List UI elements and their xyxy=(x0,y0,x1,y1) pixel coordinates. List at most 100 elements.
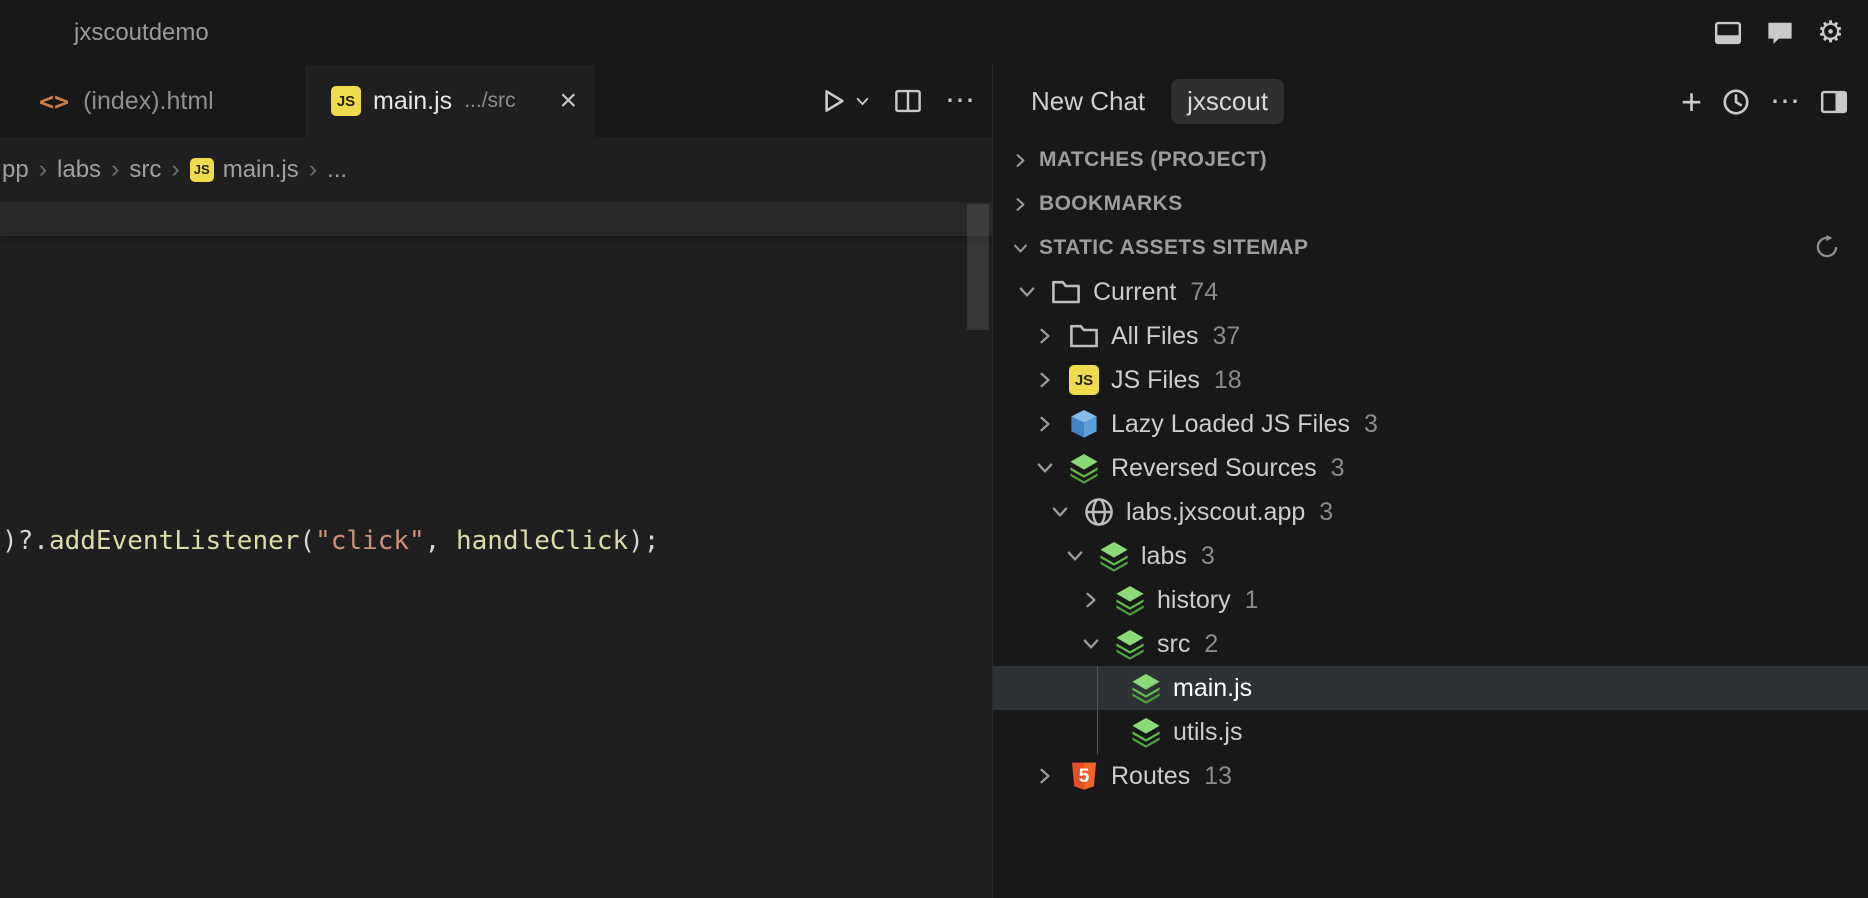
tree-item-labs[interactable]: labs 3 xyxy=(993,534,1868,578)
tab-index-html[interactable]: <> (index).html xyxy=(0,65,307,137)
globe-icon xyxy=(1082,495,1116,529)
history-clock-icon[interactable] xyxy=(1721,87,1751,117)
tree-item-lazy-loaded-js-files[interactable]: Lazy Loaded JS Files 3 xyxy=(993,402,1868,446)
scrollbar-thumb[interactable] xyxy=(967,204,989,330)
tree-item-count: 37 xyxy=(1212,321,1241,350)
close-icon[interactable]: × xyxy=(559,86,577,116)
tree-item-label: labs xyxy=(1141,541,1187,570)
tree-item-count: 3 xyxy=(1200,541,1215,570)
tree-item-reversed-sources[interactable]: Reversed Sources 3 xyxy=(993,446,1868,490)
gear-icon[interactable]: ⚙ xyxy=(1817,17,1844,48)
chevron-right-icon[interactable] xyxy=(1031,762,1059,790)
layers-green-icon xyxy=(1129,715,1163,749)
breadcrumb-item[interactable]: pp xyxy=(2,156,29,184)
section-matches-project[interactable]: MATCHES (PROJECT) xyxy=(993,138,1868,182)
section-label: BOOKMARKS xyxy=(1039,192,1183,215)
breadcrumb-item-file[interactable]: JS main.js xyxy=(189,156,299,184)
code-token: addEventListener xyxy=(48,526,300,556)
panel-bottom-icon[interactable] xyxy=(1713,18,1743,48)
section-label: STATIC ASSETS SITEMAP xyxy=(1039,236,1309,259)
indent-guide xyxy=(1097,666,1098,754)
tree-item-count: 1 xyxy=(1244,585,1259,614)
chevron-right-icon[interactable] xyxy=(1031,366,1059,394)
more-actions-icon[interactable]: ⋯ xyxy=(945,86,975,116)
tree-item-routes[interactable]: 5 Routes 13 xyxy=(993,754,1868,798)
angle-brackets-icon: <> xyxy=(39,86,70,116)
more-actions-icon[interactable]: ⋯ xyxy=(1770,86,1800,117)
panel-header: New Chat jxscout + ⋯ xyxy=(993,65,1868,138)
layers-green-icon xyxy=(1113,627,1147,661)
tree-item-js-files[interactable]: JS JS Files 18 xyxy=(993,358,1868,402)
tree-item-label: utils.js xyxy=(1173,717,1243,746)
sticky-scroll-band xyxy=(0,202,992,236)
chevron-right-icon[interactable] xyxy=(1006,190,1034,218)
tree-item-current[interactable]: Current 74 xyxy=(993,270,1868,314)
tree-item-utils-js[interactable]: utils.js xyxy=(993,710,1868,754)
tab-main-js[interactable]: JS main.js .../src × xyxy=(307,65,595,137)
tree-item-label: All Files xyxy=(1111,321,1199,350)
html5-icon: 5 xyxy=(1067,759,1101,793)
code-token: )?. xyxy=(2,526,49,556)
layers-green-icon xyxy=(1067,451,1101,485)
chevron-down-icon[interactable] xyxy=(1013,278,1041,306)
tab-jxscout[interactable]: jxscout xyxy=(1171,79,1285,124)
tab-label: main.js xyxy=(373,86,453,115)
chevron-down-icon[interactable] xyxy=(1031,454,1059,482)
chevron-separator-icon: › xyxy=(308,155,318,183)
split-editor-icon[interactable] xyxy=(893,86,923,116)
js-icon: JS xyxy=(1067,363,1101,397)
breadcrumb-item[interactable]: labs xyxy=(57,156,101,184)
chevron-down-icon[interactable] xyxy=(1046,498,1074,526)
section-static-assets-sitemap[interactable]: STATIC ASSETS SITEMAP xyxy=(993,226,1868,270)
sitemap-tree: MATCHES (PROJECT) BOOKMARKS STATIC ASSET… xyxy=(993,138,1868,798)
tree-item-count: 74 xyxy=(1190,277,1219,306)
tree-item-label: Current xyxy=(1093,277,1177,306)
chevron-down-icon[interactable] xyxy=(1006,234,1034,262)
run-button[interactable] xyxy=(818,86,871,116)
breadcrumb-item[interactable]: src xyxy=(129,156,161,184)
chevron-right-icon[interactable] xyxy=(1006,146,1034,174)
code-token: handleClick xyxy=(455,526,629,556)
tree-item-all-files[interactable]: All Files 37 xyxy=(993,314,1868,358)
chevron-right-icon[interactable] xyxy=(1031,322,1059,350)
editor-actions: ⋯ xyxy=(818,65,975,137)
breadcrumb: pp › labs › src › JS main.js › ... xyxy=(0,137,992,202)
code-token: "click" xyxy=(315,526,425,556)
chevron-down-icon[interactable] xyxy=(1061,542,1089,570)
refresh-icon[interactable] xyxy=(1814,234,1842,262)
tab-bar: <> (index).html JS main.js .../src × ⋯ xyxy=(0,65,992,137)
panel-right-icon[interactable] xyxy=(1819,87,1849,117)
panel-header-actions: + ⋯ xyxy=(1681,65,1849,138)
tree-item-history[interactable]: history 1 xyxy=(993,578,1868,622)
chevron-right-icon[interactable] xyxy=(1031,410,1059,438)
chevron-separator-icon: › xyxy=(111,155,120,183)
code-token: , xyxy=(424,526,456,556)
chevron-separator-icon: › xyxy=(38,155,48,183)
tree-item-label: labs.jxscout.app xyxy=(1126,497,1306,526)
breadcrumb-item[interactable]: ... xyxy=(327,156,347,184)
tree-item-src[interactable]: src 2 xyxy=(993,622,1868,666)
tree-item-main-js[interactable]: main.js xyxy=(993,666,1868,710)
layers-green-icon xyxy=(1097,539,1131,573)
tree-item-count: 3 xyxy=(1330,453,1345,482)
section-bookmarks[interactable]: BOOKMARKS xyxy=(993,182,1868,226)
play-icon xyxy=(818,86,848,116)
chevron-down-icon[interactable] xyxy=(854,93,871,110)
chevron-right-icon[interactable] xyxy=(1077,586,1105,614)
tree-item-count: 3 xyxy=(1319,497,1334,526)
plus-icon[interactable]: + xyxy=(1681,83,1702,120)
code-token: ( xyxy=(299,526,316,556)
js-icon: JS xyxy=(189,157,214,182)
code-token: ); xyxy=(628,526,660,556)
tree-item-labs-jxscout-app[interactable]: labs.jxscout.app 3 xyxy=(993,490,1868,534)
titlebar: jxscoutdemo ⚙ xyxy=(0,0,1868,65)
code-editor[interactable]: )?.addEventListener("click", handleClick… xyxy=(0,202,992,898)
chat-icon[interactable] xyxy=(1765,18,1795,48)
tab-label: (index).html xyxy=(83,86,214,115)
window-title: jxscoutdemo xyxy=(74,18,209,46)
tree-item-label: main.js xyxy=(1173,673,1253,702)
new-chat-button[interactable]: New Chat xyxy=(1031,86,1145,117)
chevron-down-icon[interactable] xyxy=(1077,630,1105,658)
svg-text:5: 5 xyxy=(1079,766,1090,787)
js-icon: JS xyxy=(331,86,361,116)
